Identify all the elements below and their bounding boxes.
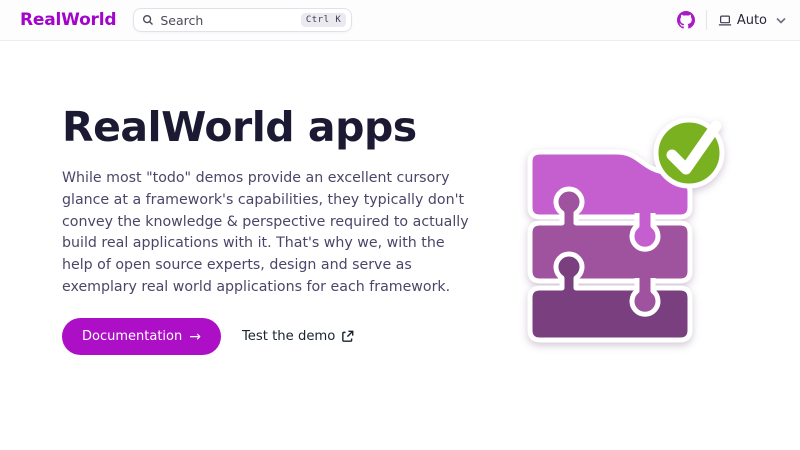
puzzle-pieces xyxy=(518,116,728,348)
laptop-icon xyxy=(718,14,732,27)
test-demo-label: Test the demo xyxy=(242,329,335,344)
puzzle-logo-illustration xyxy=(518,116,728,352)
page-title: RealWorld apps xyxy=(62,103,417,151)
puzzle-knob-patch xyxy=(634,204,656,213)
puzzle-knob-middle xyxy=(632,274,658,314)
navbar-divider xyxy=(706,10,707,30)
puzzle-knob-top xyxy=(632,209,658,249)
github-link[interactable] xyxy=(677,11,695,29)
test-demo-link[interactable]: Test the demo xyxy=(242,329,354,344)
github-icon xyxy=(677,11,695,29)
top-navbar: RealWorld Search Ctrl K Auto xyxy=(0,0,800,41)
search-placeholder: Search xyxy=(160,13,300,28)
arrow-right-icon: → xyxy=(189,330,201,344)
documentation-button[interactable]: Documentation → xyxy=(62,318,221,355)
search-input[interactable]: Search Ctrl K xyxy=(133,8,352,32)
theme-label: Auto xyxy=(737,13,767,28)
search-icon xyxy=(142,14,154,26)
cta-row: Documentation → Test the demo xyxy=(62,318,354,355)
chevron-down-icon xyxy=(776,17,786,24)
puzzle-knob-patch xyxy=(634,269,656,278)
hero-description: While most "todo" demos provide an excel… xyxy=(62,168,474,299)
documentation-button-label: Documentation xyxy=(82,329,182,344)
theme-selector[interactable]: Auto xyxy=(718,13,786,28)
external-link-icon xyxy=(341,330,354,343)
search-shortcut-badge: Ctrl K xyxy=(301,13,347,27)
realworld-logo[interactable]: RealWorld xyxy=(20,10,116,30)
navbar-right-group: Auto xyxy=(677,10,786,30)
